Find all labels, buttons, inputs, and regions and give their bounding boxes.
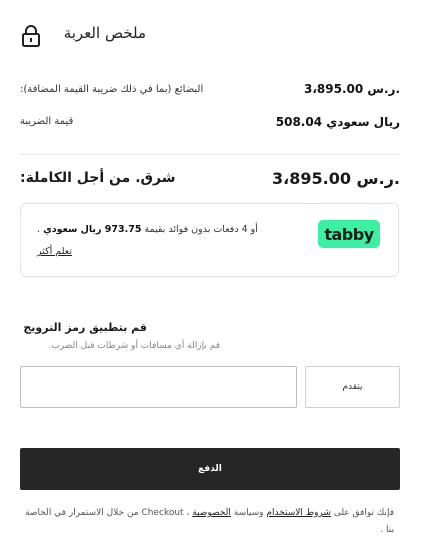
promo-title: قم بتطبيق رمز الترويج: [23, 321, 147, 334]
tabby-offer-suffix: .: [37, 224, 41, 235]
total-value: 3،895.00 ر.س.: [272, 169, 400, 188]
tabby-logo: tabby: [318, 220, 380, 248]
tabby-offer-prefix: أو 4 دفعات بدون فوائد بقيمة: [144, 224, 258, 235]
legal-notice: فإنك توافق على شروط الاستخدام وسياسة الخ…: [20, 505, 394, 539]
total-label: شرق. من أجل الكاملة:: [20, 170, 176, 186]
tax-label: قيمة الضريبة: [20, 116, 74, 127]
pay-button[interactable]: الدفع: [20, 448, 400, 490]
tax-value: 508.04 ريال سعودي: [275, 115, 400, 129]
apply-promo-button[interactable]: يتقدم: [305, 366, 400, 408]
legal-and: وسياسة: [233, 508, 264, 518]
summary-divider: [20, 154, 400, 155]
tabby-learn-more-link[interactable]: تعلم أكثر: [37, 246, 72, 257]
lock-icon: [22, 25, 40, 47]
terms-of-use-link[interactable]: شروط الاستخدام: [266, 508, 331, 518]
promo-subtitle: قم بإزالة أي مسافات أو شرطات قبل الضرب.: [48, 341, 220, 351]
tabby-installments-card: tabby أو 4 دفعات بدون فوائد بقيمة 973.75…: [20, 203, 399, 277]
goods-label: البضائع (بما في ذلك ضريبة القيمة المضافة…: [20, 84, 204, 95]
goods-value: 3،895.00 ر.س.: [304, 82, 400, 96]
page-title: ملخص العربة: [63, 24, 146, 42]
legal-prefix: فإنك توافق على: [333, 508, 394, 518]
promo-code-input[interactable]: [20, 366, 297, 408]
privacy-policy-link[interactable]: الخصوصية: [192, 508, 231, 518]
tabby-amount: 973.75 ريال سعودي: [43, 224, 142, 235]
tabby-offer-text: أو 4 دفعات بدون فوائد بقيمة 973.75 ريال …: [37, 224, 258, 235]
